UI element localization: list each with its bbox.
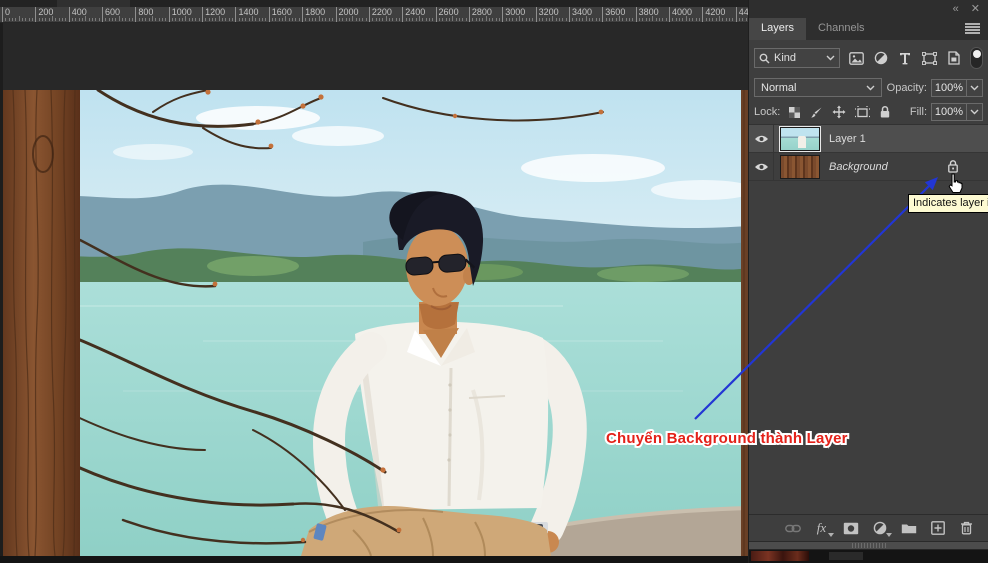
layer-name[interactable]: Layer 1: [829, 133, 866, 145]
adjustment-layer-filter-icon[interactable]: [872, 49, 890, 67]
lock-transparent-pixels-icon[interactable]: [788, 106, 801, 119]
thumbnail-fragment: [829, 552, 863, 560]
fill-label: Fill:: [910, 106, 927, 118]
photo-scene: [3, 90, 748, 556]
thumbnail-fragment: [751, 551, 809, 561]
panel-under-strip: [749, 550, 988, 563]
new-layer-icon[interactable]: [929, 520, 946, 537]
add-mask-icon[interactable]: [842, 520, 859, 537]
chevron-down-icon: [866, 85, 875, 91]
link-layers-icon[interactable]: [784, 520, 801, 537]
lock-artboard-icon[interactable]: [855, 106, 870, 119]
fill-field[interactable]: 100%: [931, 103, 967, 121]
type-layer-filter-icon[interactable]: [896, 49, 914, 67]
lock-all-icon[interactable]: [879, 105, 891, 119]
lock-image-pixels-icon[interactable]: [810, 106, 823, 119]
annotation-text: Chuyển Background thành Layer: [606, 430, 886, 447]
close-panel-icon[interactable]: ✕: [971, 4, 980, 15]
layer-name[interactable]: Background: [829, 161, 888, 173]
new-group-icon[interactable]: [900, 520, 917, 537]
layers-list: Layer 1 Background: [749, 125, 988, 181]
canvas-bottom-strip: [0, 556, 748, 563]
window-top-strip: [0, 0, 748, 7]
panel-empty-area: [749, 181, 988, 514]
blend-mode-select[interactable]: Normal: [754, 78, 882, 97]
layer-row-background[interactable]: Background: [749, 153, 988, 181]
layers-panel: « ✕ Layers Channels Kind: [748, 0, 988, 563]
tooltip: Indicates layer is: [908, 194, 988, 213]
photoshop-window: 0200400600800100012001400160018002000220…: [0, 0, 988, 563]
blend-row: Normal Opacity: 100%: [749, 75, 988, 100]
kind-filter-select[interactable]: Kind: [754, 48, 840, 68]
layer-filter-row: Kind: [749, 40, 988, 75]
eye-icon: [754, 134, 769, 144]
chevron-down-icon: [970, 85, 979, 91]
search-icon: [759, 53, 770, 64]
panel-header: « ✕: [749, 0, 988, 18]
lock-label: Lock:: [754, 106, 780, 118]
fx-label: fx: [817, 520, 826, 536]
collapse-panel-icon[interactable]: «: [953, 4, 959, 15]
lock-row: Lock: Fill: 100%: [749, 100, 988, 125]
opacity-label: Opacity:: [887, 82, 927, 94]
panel-bottom-bar: fx: [749, 514, 988, 541]
shape-layer-filter-icon[interactable]: [921, 49, 939, 67]
panel-resize-handle[interactable]: [749, 541, 988, 550]
new-adjustment-layer-icon[interactable]: [871, 520, 888, 537]
opacity-dropdown[interactable]: [967, 79, 983, 97]
top-strip-notch: [57, 0, 130, 7]
blend-mode-value: Normal: [761, 82, 796, 94]
panel-menu-icon[interactable]: [965, 23, 980, 34]
layer-style-icon[interactable]: fx: [813, 520, 830, 537]
kind-label: Kind: [774, 52, 796, 64]
pixel-layer-filter-icon[interactable]: [847, 49, 865, 67]
background-lock-icon[interactable]: [947, 159, 959, 179]
layer-filter-toggle[interactable]: [970, 47, 983, 69]
chevron-down-icon: [970, 109, 979, 115]
tab-layers[interactable]: Layers: [749, 18, 806, 40]
chevron-down-icon: [826, 55, 835, 61]
lock-position-icon[interactable]: [832, 105, 846, 119]
photo-layer[interactable]: [3, 90, 748, 556]
visibility-toggle[interactable]: [749, 153, 774, 180]
visibility-toggle[interactable]: [749, 125, 774, 152]
layer-thumbnail[interactable]: [780, 155, 820, 179]
panel-tabbar: Layers Channels: [749, 18, 988, 40]
opacity-field[interactable]: 100%: [931, 79, 967, 97]
delete-layer-icon[interactable]: [958, 520, 975, 537]
fill-dropdown[interactable]: [967, 103, 983, 121]
layer-thumbnail[interactable]: [780, 127, 820, 151]
tab-channels[interactable]: Channels: [806, 18, 876, 40]
ruler[interactable]: 0200400600800100012001400160018002000220…: [0, 7, 748, 23]
layer-row-layer1[interactable]: Layer 1: [749, 125, 988, 153]
smart-object-filter-icon[interactable]: [946, 49, 964, 67]
eye-icon: [754, 162, 769, 172]
